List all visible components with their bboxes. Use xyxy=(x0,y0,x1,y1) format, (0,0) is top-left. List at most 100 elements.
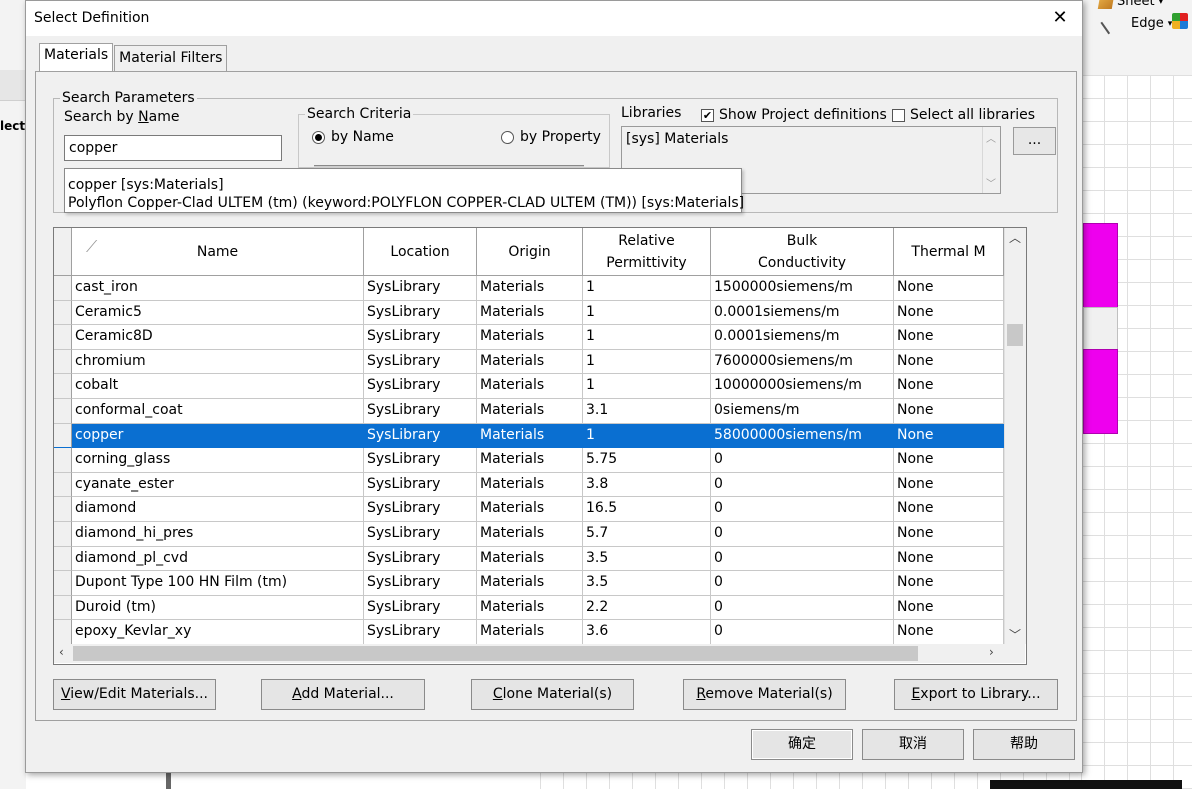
thermal-cell[interactable]: None xyxy=(894,423,1004,449)
location-cell[interactable]: SysLibrary xyxy=(364,374,477,399)
conductivity-cell[interactable]: 7600000siemens/m xyxy=(711,349,894,375)
thermal-cell[interactable]: None xyxy=(894,571,1004,596)
conductivity-cell[interactable]: 0 xyxy=(711,571,894,596)
permittivity-cell[interactable]: 3.8 xyxy=(583,472,711,498)
table-row[interactable]: cyanate_ester SysLibrary Materials 3.8 0 None xyxy=(54,472,1004,498)
name-cell[interactable]: Ceramic5 xyxy=(72,300,364,326)
table-row[interactable]: Ceramic5 SysLibrary Materials 1 0.0001siemen… xyxy=(54,300,1004,326)
thermal-cell[interactable]: None xyxy=(894,497,1004,522)
conductivity-cell[interactable]: 0.0001siemens/m xyxy=(711,325,894,350)
permittivity-cell[interactable]: 3.5 xyxy=(583,571,711,596)
thermal-cell[interactable]: None xyxy=(894,349,1004,375)
tab-material-filters[interactable]: Material Filters xyxy=(114,45,228,71)
row-header[interactable] xyxy=(54,276,72,301)
origin-cell[interactable]: Materials xyxy=(477,522,583,547)
thermal-cell[interactable]: None xyxy=(894,595,1004,621)
column-header-name[interactable]: ⟋ Name xyxy=(72,228,364,276)
view-edit-materials-button[interactable]: View/Edit Materials... xyxy=(53,679,216,710)
table-row[interactable]: diamond_pl_cvd SysLibrary Materials 3.5 0 Non… xyxy=(54,546,1004,572)
location-cell[interactable]: SysLibrary xyxy=(364,300,477,326)
add-material-button[interactable]: Add Material... xyxy=(261,679,425,710)
thermal-cell[interactable]: None xyxy=(894,620,1004,645)
table-row[interactable]: conformal_coat SysLibrary Materials 3.1 0sie… xyxy=(54,399,1004,424)
name-cell[interactable]: Ceramic8D xyxy=(72,325,364,350)
name-cell[interactable]: diamond_hi_pres xyxy=(72,522,364,547)
edge-tool[interactable]: Edge ▾ xyxy=(1100,13,1172,34)
column-header-thermal[interactable]: Thermal M xyxy=(894,228,1004,276)
row-header[interactable] xyxy=(54,349,72,375)
location-cell[interactable]: SysLibrary xyxy=(364,349,477,375)
conductivity-cell[interactable]: 0 xyxy=(711,448,894,473)
origin-cell[interactable]: Materials xyxy=(477,571,583,596)
origin-cell[interactable]: Materials xyxy=(477,325,583,350)
table-horizontal-scrollbar[interactable]: ‹ › xyxy=(54,644,1025,663)
name-cell[interactable]: Duroid (tm) xyxy=(72,595,364,621)
magenta-shape-bottom[interactable] xyxy=(1083,349,1118,434)
permittivity-cell[interactable]: 1 xyxy=(583,325,711,350)
name-cell[interactable]: chromium xyxy=(72,349,364,375)
name-cell[interactable]: diamond_pl_cvd xyxy=(72,546,364,572)
select-all-libraries-checkbox[interactable]: Select all libraries xyxy=(892,107,1035,123)
name-cell[interactable]: cyanate_ester xyxy=(72,472,364,498)
permittivity-cell[interactable]: 1 xyxy=(583,276,711,301)
name-cell[interactable]: corning_glass xyxy=(72,448,364,473)
table-row[interactable]: diamond SysLibrary Materials 16.5 0 None xyxy=(54,497,1004,522)
row-header[interactable] xyxy=(54,300,72,326)
name-cell[interactable]: cast_iron xyxy=(72,276,364,301)
permittivity-cell[interactable]: 1 xyxy=(583,374,711,399)
location-cell[interactable]: SysLibrary xyxy=(364,595,477,621)
origin-cell[interactable]: Materials xyxy=(477,546,583,572)
remove-materials-button[interactable]: Remove Material(s) xyxy=(683,679,846,710)
thermal-cell[interactable]: None xyxy=(894,374,1004,399)
table-row[interactable]: corning_glass SysLibrary Materials 5.75 0 Non… xyxy=(54,448,1004,473)
sheet-tool[interactable]: Sheet ▾ xyxy=(1097,0,1163,9)
conductivity-cell[interactable]: 0siemens/m xyxy=(711,399,894,424)
name-cell[interactable]: cobalt xyxy=(72,374,364,399)
thermal-cell[interactable]: None xyxy=(894,448,1004,473)
origin-cell[interactable]: Materials xyxy=(477,423,583,449)
location-cell[interactable]: SysLibrary xyxy=(364,472,477,498)
table-row[interactable]: Duroid (tm) SysLibrary Materials 2.2 0 None xyxy=(54,595,1004,621)
table-row[interactable]: cobalt SysLibrary Materials 1 10000000siemen… xyxy=(54,374,1004,399)
permittivity-cell[interactable]: 3.5 xyxy=(583,546,711,572)
vertical-scroll-thumb[interactable] xyxy=(1007,324,1023,346)
name-cell[interactable]: epoxy_Kevlar_xy xyxy=(72,620,364,645)
thermal-cell[interactable]: None xyxy=(894,399,1004,424)
cancel-button[interactable]: 取消 xyxy=(862,729,964,760)
origin-cell[interactable]: Materials xyxy=(477,448,583,473)
permittivity-cell[interactable]: 5.7 xyxy=(583,522,711,547)
table-row[interactable]: Dupont Type 100 HN Film (tm) SysLibrary Ma… xyxy=(54,571,1004,596)
row-header[interactable] xyxy=(54,571,72,596)
help-button[interactable]: 帮助 xyxy=(973,729,1075,760)
origin-cell[interactable]: Materials xyxy=(477,620,583,645)
row-header[interactable] xyxy=(54,546,72,572)
conductivity-cell[interactable]: 10000000siemens/m xyxy=(711,374,894,399)
origin-cell[interactable]: Materials xyxy=(477,472,583,498)
thermal-cell[interactable]: None xyxy=(894,276,1004,301)
clone-materials-button[interactable]: Clone Material(s) xyxy=(471,679,634,710)
table-row[interactable]: diamond_hi_pres SysLibrary Materials 5.7 0 No… xyxy=(54,522,1004,547)
origin-cell[interactable]: Materials xyxy=(477,497,583,522)
scroll-right-icon[interactable]: › xyxy=(989,645,994,659)
export-to-library-button[interactable]: Export to Library... xyxy=(894,679,1058,710)
thermal-cell[interactable]: None xyxy=(894,325,1004,350)
location-cell[interactable]: SysLibrary xyxy=(364,546,477,572)
scroll-down-icon[interactable]: ﹀ xyxy=(986,175,996,190)
name-cell[interactable]: Dupont Type 100 HN Film (tm) xyxy=(72,571,364,596)
show-project-definitions-checkbox[interactable]: ✔ Show Project definitions xyxy=(701,107,887,123)
table-row[interactable]: chromium SysLibrary Materials 1 7600000sieme… xyxy=(54,349,1004,375)
origin-cell[interactable]: Materials xyxy=(477,374,583,399)
thermal-cell[interactable]: None xyxy=(894,522,1004,547)
permittivity-cell[interactable]: 1 xyxy=(583,349,711,375)
permittivity-cell[interactable]: 16.5 xyxy=(583,497,711,522)
location-cell[interactable]: SysLibrary xyxy=(364,423,477,449)
library-item[interactable]: [sys] Materials xyxy=(626,131,728,147)
origin-cell[interactable]: Materials xyxy=(477,595,583,621)
libraries-scrollbar[interactable]: ︿ ﹀ xyxy=(982,127,1000,193)
permittivity-cell[interactable]: 3.1 xyxy=(583,399,711,424)
location-cell[interactable]: SysLibrary xyxy=(364,497,477,522)
row-header[interactable] xyxy=(54,374,72,399)
column-header-bulk-conductivity[interactable]: Bulk Conductivity xyxy=(711,228,894,276)
location-cell[interactable]: SysLibrary xyxy=(364,571,477,596)
table-row[interactable]: cast_iron SysLibrary Materials 1 1500000siem… xyxy=(54,276,1004,301)
